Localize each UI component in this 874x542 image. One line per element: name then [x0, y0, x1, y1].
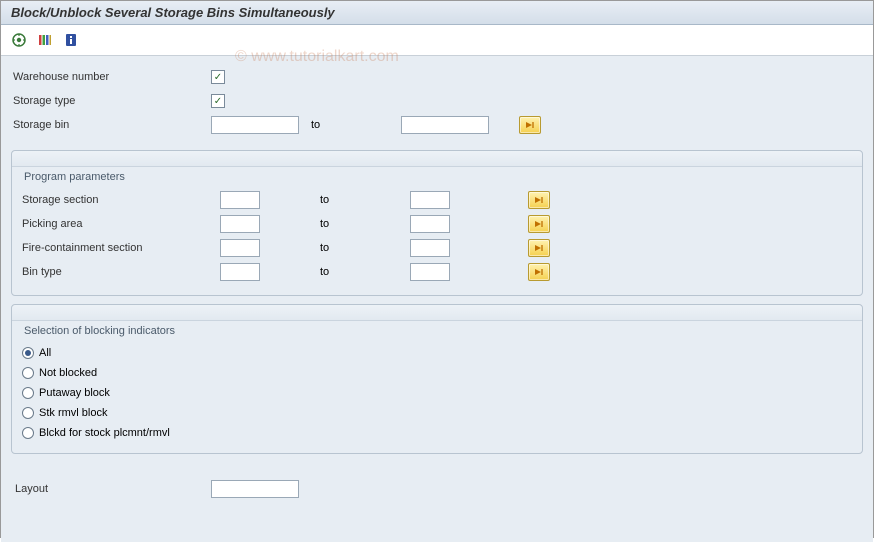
fire-containment-multi-button[interactable]	[528, 239, 550, 257]
picking-area-label: Picking area	[20, 218, 220, 230]
warehouse-number-label: Warehouse number	[11, 71, 211, 83]
picking-area-to-input[interactable]	[410, 215, 450, 233]
blocking-indicators-group: Selection of blocking indicators All Not…	[11, 304, 863, 454]
bin-type-label: Bin type	[20, 266, 220, 278]
radio-all-label: All	[39, 347, 51, 359]
radio-stk-rmvl-block-label: Stk rmvl block	[39, 407, 107, 419]
info-icon[interactable]	[61, 31, 81, 49]
to-label: to	[320, 218, 329, 230]
radio-stk-rmvl-block[interactable]	[22, 407, 34, 419]
radio-putaway-block[interactable]	[22, 387, 34, 399]
storage-bin-multiple-selection-button[interactable]	[519, 116, 541, 134]
warehouse-number-checkbox[interactable]: ✓	[211, 70, 225, 84]
bin-type-to-input[interactable]	[410, 263, 450, 281]
storage-section-label: Storage section	[20, 194, 220, 206]
storage-type-checkbox[interactable]: ✓	[211, 94, 225, 108]
execute-icon[interactable]	[9, 31, 29, 49]
to-label: to	[320, 242, 329, 254]
layout-label: Layout	[13, 483, 211, 495]
radio-putaway-block-label: Putaway block	[39, 387, 110, 399]
radio-not-blocked-label: Not blocked	[39, 367, 97, 379]
bin-type-multi-button[interactable]	[528, 263, 550, 281]
blocking-indicators-title: Selection of blocking indicators	[20, 323, 854, 339]
fire-containment-from-input[interactable]	[220, 239, 260, 257]
storage-section-from-input[interactable]	[220, 191, 260, 209]
to-label: to	[311, 119, 320, 131]
storage-section-multi-button[interactable]	[528, 191, 550, 209]
storage-bin-to-input[interactable]	[401, 116, 489, 134]
to-label: to	[320, 194, 329, 206]
bin-type-from-input[interactable]	[220, 263, 260, 281]
storage-bin-label: Storage bin	[11, 119, 211, 131]
radio-blckd-plcmnt-rmvl[interactable]	[22, 427, 34, 439]
fire-containment-to-input[interactable]	[410, 239, 450, 257]
fire-containment-label: Fire-containment section	[20, 242, 220, 254]
layout-input[interactable]	[211, 480, 299, 498]
storage-type-label: Storage type	[11, 95, 211, 107]
radio-all[interactable]	[22, 347, 34, 359]
picking-area-multi-button[interactable]	[528, 215, 550, 233]
storage-bin-from-input[interactable]	[211, 116, 299, 134]
radio-not-blocked[interactable]	[22, 367, 34, 379]
toolbar	[1, 25, 873, 56]
picking-area-from-input[interactable]	[220, 215, 260, 233]
program-parameters-title: Program parameters	[20, 169, 854, 185]
storage-section-to-input[interactable]	[410, 191, 450, 209]
page-title: Block/Unblock Several Storage Bins Simul…	[1, 1, 873, 25]
program-parameters-group: Program parameters Storage section to Pi…	[11, 150, 863, 296]
content-area: Warehouse number ✓ Storage type ✓ Storag…	[1, 56, 873, 542]
variants-icon[interactable]	[35, 31, 55, 49]
radio-blckd-plcmnt-rmvl-label: Blckd for stock plcmnt/rmvl	[39, 427, 170, 439]
to-label: to	[320, 266, 329, 278]
